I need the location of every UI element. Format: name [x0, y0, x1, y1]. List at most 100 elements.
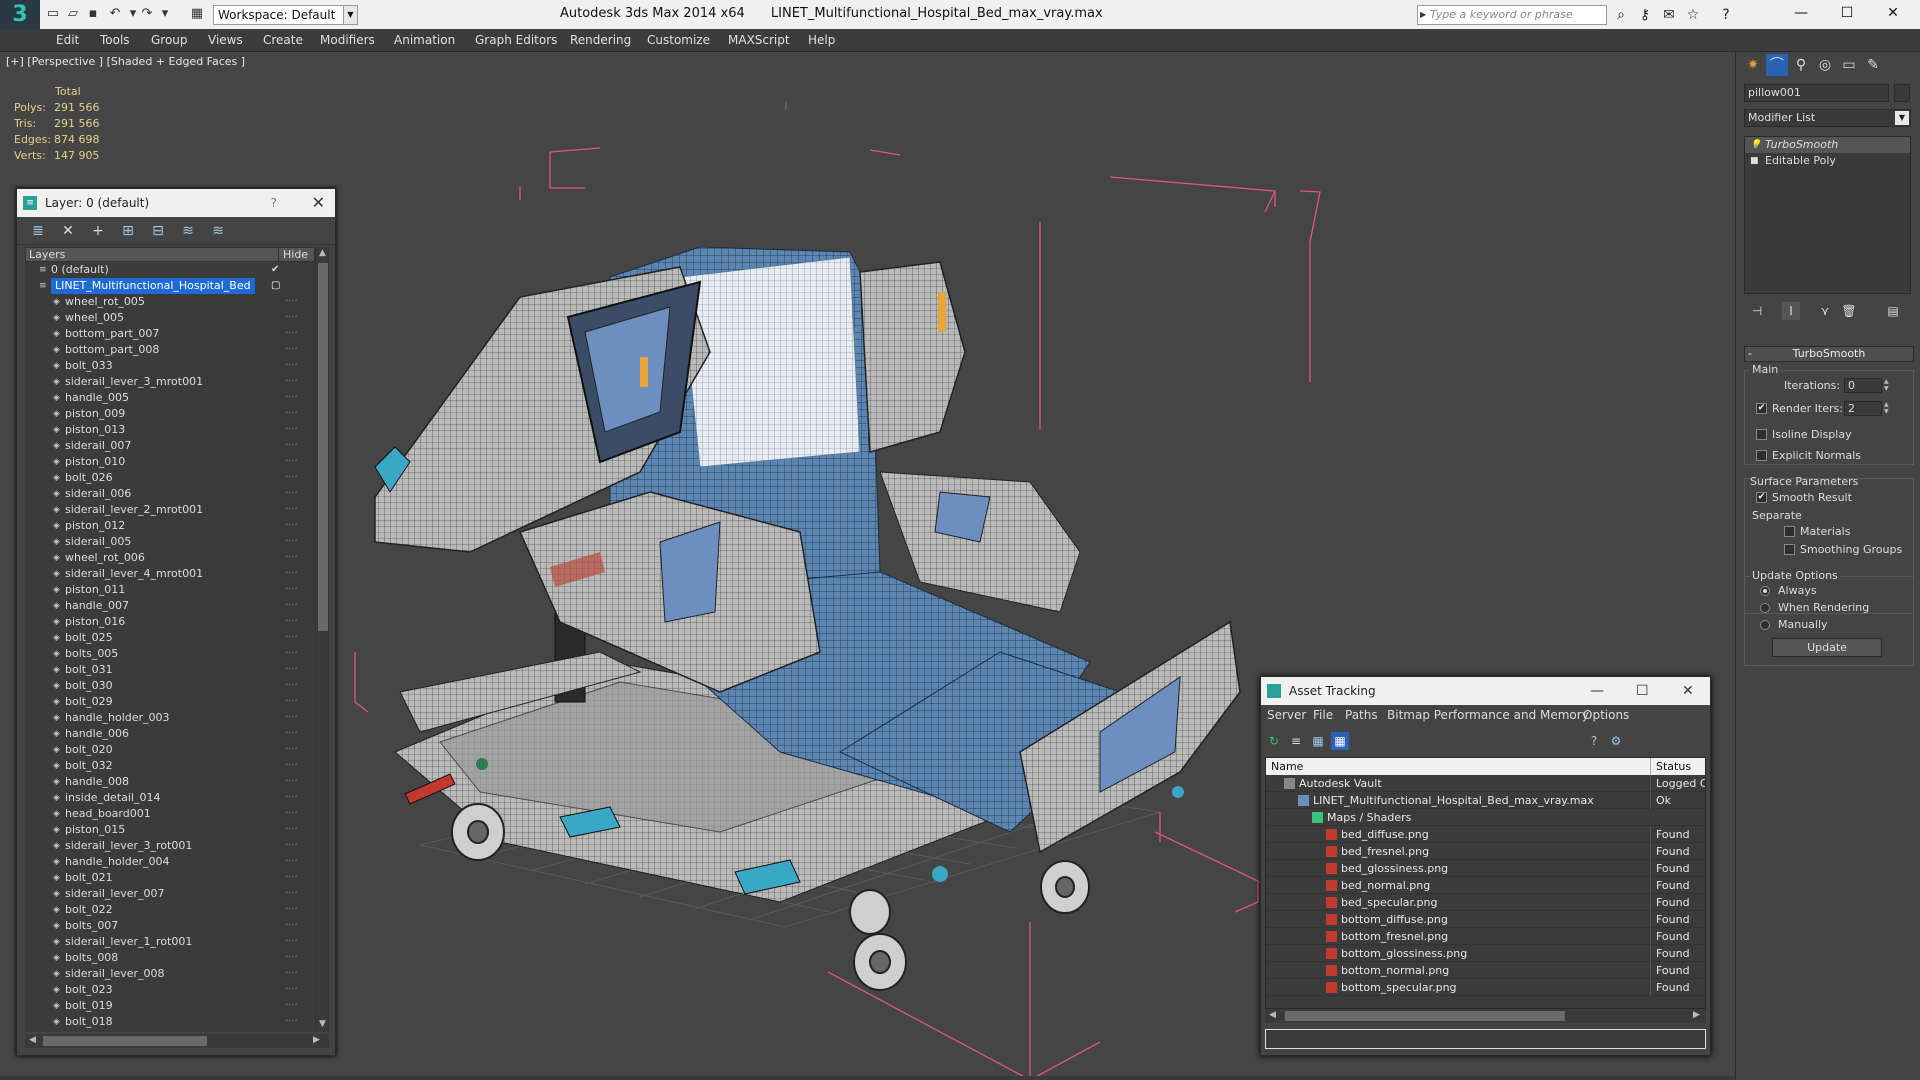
layer-row[interactable]: ◈ siderail_006 ···· — [25, 486, 315, 502]
scroll-up-icon[interactable]: ▲ — [319, 248, 326, 258]
menu-views[interactable]: Views — [208, 29, 243, 52]
hide-toggle-icon[interactable]: ···· — [285, 294, 298, 310]
hide-toggle-icon[interactable]: ···· — [285, 534, 298, 550]
layer-row[interactable]: ≡ 0 (default) ✔ — [25, 262, 315, 278]
layer-row[interactable]: ◈ bolt_018 ···· — [25, 1014, 315, 1030]
hierarchy-tab-icon[interactable]: ⚲ — [1790, 54, 1812, 76]
hide-toggle-icon[interactable]: ···· — [285, 630, 298, 646]
layer-row[interactable]: ◈ bolt_023 ···· — [25, 982, 315, 998]
layer-row[interactable]: ◈ siderail_lever_1_rot001 ···· — [25, 934, 315, 950]
hide-toggle-icon[interactable]: ···· — [285, 310, 298, 326]
layer-row[interactable]: ◈ piston_013 ···· — [25, 422, 315, 438]
hide-toggle-icon[interactable]: ···· — [285, 790, 298, 806]
favorites-star-icon[interactable]: ☆ — [1683, 5, 1703, 25]
app-logo-icon[interactable]: 3 — [0, 0, 40, 29]
redo-dropdown-icon[interactable]: ▾ — [156, 6, 174, 22]
layer-row[interactable]: ◈ handle_holder_004 ···· — [25, 854, 315, 870]
menu-maxscript[interactable]: MAXScript — [728, 29, 790, 52]
layer-vertical-scrollbar[interactable]: ▲ ▼ — [315, 247, 329, 1032]
lightbulb-icon[interactable]: 💡 — [1750, 137, 1761, 153]
asset-row[interactable]: bed_fresnel.png Found — [1266, 843, 1705, 860]
communication-icon[interactable]: ✉ — [1659, 5, 1679, 25]
layer-row[interactable]: ◈ bolts_008 ···· — [25, 950, 315, 966]
column-layers[interactable]: Layers — [29, 248, 65, 261]
column-status[interactable]: Status — [1650, 758, 1705, 775]
layer-row[interactable]: ◈ bolt_025 ···· — [25, 630, 315, 646]
close-icon[interactable]: ✕ — [1682, 677, 1694, 705]
hide-toggle-icon[interactable]: ···· — [285, 614, 298, 630]
layer-row[interactable]: ◈ bolt_032 ···· — [25, 758, 315, 774]
layer-row[interactable]: ◈ wheel_005 ···· — [25, 310, 315, 326]
layer-row[interactable]: ◈ bolt_021 ···· — [25, 870, 315, 886]
hide-toggle-icon[interactable]: ···· — [285, 694, 298, 710]
maximize-button[interactable]: ☐ — [1824, 0, 1870, 29]
asset-row[interactable]: bed_diffuse.png Found — [1266, 826, 1705, 843]
always-radio[interactable] — [1760, 586, 1770, 596]
menu-tools[interactable]: Tools — [100, 29, 130, 52]
active-layer-check-icon[interactable]: ✔ — [271, 262, 279, 278]
layer-row[interactable]: ◈ handle_007 ···· — [25, 598, 315, 614]
smoothing-groups-checkbox[interactable] — [1784, 544, 1795, 555]
motion-tab-icon[interactable]: ◎ — [1814, 54, 1836, 76]
scroll-right-icon[interactable]: ▶ — [313, 1035, 320, 1045]
layer-row[interactable]: ◈ handle_holder_003 ···· — [25, 710, 315, 726]
redo-icon[interactable]: ↷ — [138, 6, 156, 22]
asset-row[interactable]: Maps / Shaders — [1266, 809, 1705, 826]
display-tab-icon[interactable]: ▭ — [1838, 54, 1860, 76]
save-icon[interactable]: ▪ — [84, 6, 102, 22]
thumbnail-view-icon[interactable]: ▦ — [1309, 732, 1327, 750]
layer-row[interactable]: ◈ siderail_lever_008 ···· — [25, 966, 315, 982]
stack-item-editable-poly[interactable]: ■ Editable Poly — [1745, 153, 1910, 169]
asset-row[interactable]: bottom_glossiness.png Found — [1266, 945, 1705, 962]
explicit-normals-checkbox[interactable] — [1756, 450, 1767, 461]
hide-toggle-icon[interactable]: ···· — [285, 486, 298, 502]
menu-graph-editors[interactable]: Graph Editors — [475, 29, 557, 52]
asset-row[interactable]: bottom_diffuse.png Found — [1266, 911, 1705, 928]
column-hide[interactable]: Hide — [278, 248, 316, 261]
layer-row[interactable]: ◈ piston_011 ···· — [25, 582, 315, 598]
layer-row[interactable]: ◈ handle_008 ···· — [25, 774, 315, 790]
layer-row[interactable]: ◈ piston_009 ···· — [25, 406, 315, 422]
hide-all-icon[interactable]: ≋ — [179, 222, 197, 240]
hide-toggle-icon[interactable]: ···· — [285, 678, 298, 694]
asset-row[interactable]: LINET_Multifunctional_Hospital_Bed_max_v… — [1266, 792, 1705, 809]
menu-rendering[interactable]: Rendering — [570, 29, 631, 52]
layer-row[interactable]: ◈ siderail_lever_007 ···· — [25, 886, 315, 902]
undo-icon[interactable]: ↶ — [106, 6, 124, 22]
layer-row[interactable]: ◈ bolt_029 ···· — [25, 694, 315, 710]
show-end-result-icon[interactable]: I — [1782, 302, 1800, 320]
layer-row[interactable]: ◈ bolt_030 ···· — [25, 678, 315, 694]
freeze-all-icon[interactable]: ≋ — [209, 222, 227, 240]
new-file-icon[interactable]: ▭ — [44, 6, 62, 22]
hide-toggle-icon[interactable]: ···· — [285, 390, 298, 406]
search-input[interactable]: Type a keyword or phrase — [1417, 5, 1607, 25]
layer-row[interactable]: ◈ handle_005 ···· — [25, 390, 315, 406]
modifier-list-dropdown[interactable]: Modifier List ▼ — [1744, 109, 1911, 127]
scroll-down-icon[interactable]: ▼ — [319, 1019, 326, 1029]
asset-menu-server[interactable]: Server — [1267, 708, 1306, 722]
hide-toggle-icon[interactable]: ···· — [285, 934, 298, 950]
hide-toggle-icon[interactable]: ···· — [285, 1014, 298, 1030]
asset-row[interactable]: bottom_specular.png Found — [1266, 979, 1705, 996]
hide-toggle-icon[interactable]: ···· — [285, 326, 298, 342]
layer-row[interactable]: ◈ bolt_026 ···· — [25, 470, 315, 486]
subscription-icon[interactable]: ⚷ — [1635, 5, 1655, 25]
layer-row[interactable]: ◈ handle_006 ···· — [25, 726, 315, 742]
render-iters-checkbox[interactable]: ✔ — [1756, 403, 1767, 414]
asset-menu-options[interactable]: Options — [1583, 708, 1629, 722]
isoline-checkbox[interactable] — [1756, 429, 1767, 440]
create-tab-icon[interactable]: ✷ — [1742, 54, 1764, 76]
layer-row[interactable]: ◈wheel_006···· — [25, 1030, 315, 1032]
layer-row[interactable]: ◈ siderail_lever_4_mrot001 ···· — [25, 566, 315, 582]
layer-row[interactable]: ◈ bolt_033 ···· — [25, 358, 315, 374]
minimize-button[interactable]: — — [1778, 0, 1824, 29]
hide-toggle-icon[interactable]: ···· — [285, 374, 298, 390]
close-button[interactable]: ✕ — [1870, 0, 1916, 29]
turbosmooth-rollout-header[interactable]: - TurboSmooth — [1744, 346, 1914, 362]
asset-row[interactable]: bed_specular.png Found — [1266, 894, 1705, 911]
layer-row[interactable]: ◈ head_board001 ···· — [25, 806, 315, 822]
update-button[interactable]: Update — [1772, 638, 1882, 657]
layer-row[interactable]: ◈ bottom_part_007 ···· — [25, 326, 315, 342]
object-color-swatch[interactable] — [1894, 84, 1910, 102]
asset-row[interactable]: bottom_fresnel.png Found — [1266, 928, 1705, 945]
